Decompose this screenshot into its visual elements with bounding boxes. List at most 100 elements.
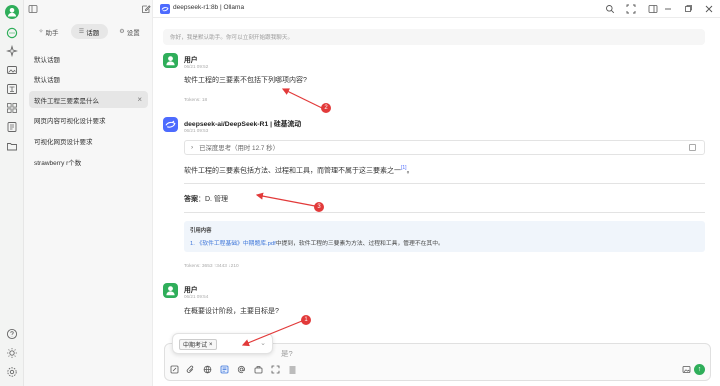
help-icon[interactable] bbox=[6, 328, 18, 340]
divider bbox=[184, 183, 705, 184]
attachment-icon[interactable] bbox=[186, 365, 195, 374]
tab-label: 设置 bbox=[126, 29, 140, 37]
thinking-label: 已深度思考（用时 12.7 秒） bbox=[199, 145, 280, 152]
mcp-tools-icon[interactable] bbox=[254, 365, 263, 374]
annotation-badge: 3 bbox=[314, 202, 324, 212]
clear-icon[interactable] bbox=[288, 365, 297, 374]
title-bar: deepseek-r1:8b | Ollama bbox=[153, 0, 720, 18]
session-item-active[interactable]: 软件工程三要素是什么 × bbox=[29, 91, 148, 108]
citation-box: 引用内容 1. 《软件工程基础》中期题库.pdf中提到，软件工程的三要素为方法、… bbox=[184, 221, 705, 252]
tab-assistant[interactable]: ✧ 助手 bbox=[30, 24, 67, 39]
session-item[interactable]: 默认话题 bbox=[29, 70, 148, 87]
deepseek-avatar bbox=[163, 117, 178, 132]
input-text: 是? bbox=[281, 349, 293, 358]
citation-text: 中提到，软件工程的三要素为方法、过程和工具，管理不在其中。 bbox=[275, 241, 444, 247]
tab-label: 助手 bbox=[45, 29, 59, 37]
message-author: 用户 bbox=[184, 57, 198, 64]
files-icon[interactable] bbox=[6, 140, 18, 152]
session-item[interactable]: 默认话题 bbox=[29, 50, 148, 67]
citation-line: 1. 《软件工程基础》中期题库.pdf中提到，软件工程的三要素为方法、过程和工具… bbox=[190, 238, 444, 247]
knowledge-base-popup: 中期考试 × ⌄ bbox=[172, 333, 273, 354]
toggle-sidebar-icon[interactable] bbox=[28, 4, 38, 14]
message-text: 软件工程的三要素包括方法、过程和工具，而管理不属于这三要素之一[1]。 bbox=[184, 165, 414, 175]
message-author: deepseek-ai/DeepSeek-R1 | 硅基流动 bbox=[184, 121, 302, 128]
list-icon: ☰ bbox=[78, 29, 85, 35]
system-prompt-text: 你好，我是默认助手。你可以立刻开始跟我聊天。 bbox=[170, 35, 294, 41]
session-label: 可视化网页设计要求 bbox=[34, 138, 93, 146]
citation-index: 1. bbox=[190, 241, 195, 247]
new-chat-icon[interactable] bbox=[141, 4, 151, 14]
chevron-right-icon: › bbox=[191, 144, 194, 151]
annotation-arrow bbox=[281, 88, 323, 109]
search-icon[interactable] bbox=[605, 4, 615, 14]
system-prompt-box[interactable]: 你好，我是默认助手。你可以立刻开始跟我聊天。 bbox=[163, 29, 705, 45]
message-text: 在概要设计阶段，主要目标是? bbox=[184, 308, 279, 315]
message-time: 06/21 09:53 bbox=[184, 128, 209, 133]
message-time: 06/21 09:52 bbox=[184, 64, 209, 69]
session-label: 默认话题 bbox=[34, 76, 60, 84]
knowledge-base-icon[interactable] bbox=[220, 365, 229, 374]
session-item[interactable]: 可视化网页设计要求 bbox=[29, 132, 148, 149]
apps-icon[interactable] bbox=[6, 102, 18, 114]
sidebar-tabs: ✧ 助手 ☰ 话题 ⚙ 设置 bbox=[30, 24, 148, 39]
tab-label: 话题 bbox=[86, 29, 100, 37]
robot-icon: ✧ bbox=[38, 29, 44, 35]
theme-icon[interactable] bbox=[6, 347, 18, 359]
answer-body: 软件工程的三要素包括方法、过程和工具，而管理不属于这三要素之一 bbox=[184, 167, 401, 175]
user-avatar[interactable] bbox=[5, 5, 19, 19]
message-author: 用户 bbox=[184, 287, 198, 294]
chip-label: 中期考试 bbox=[183, 343, 208, 349]
mention-icon[interactable] bbox=[237, 365, 246, 374]
window-layout-icon[interactable] bbox=[648, 4, 658, 14]
chevron-down-icon[interactable]: ⌄ bbox=[260, 339, 266, 347]
translate-icon[interactable] bbox=[6, 83, 18, 95]
citation-link[interactable]: 《软件工程基础》中期题库.pdf bbox=[196, 241, 275, 247]
deepseek-logo-icon bbox=[160, 4, 170, 14]
maximize-icon[interactable] bbox=[683, 4, 693, 14]
chat-icon[interactable] bbox=[6, 27, 18, 39]
answer-line: 答案：D. 管理 bbox=[184, 194, 228, 204]
session-item[interactable]: strawberry r个数 bbox=[29, 153, 148, 170]
knowledge-icon[interactable] bbox=[6, 121, 18, 133]
session-item[interactable]: 网页内容可视化设计要求 bbox=[29, 111, 148, 128]
token-count: Tokens: 18 bbox=[184, 98, 208, 103]
gear-icon: ⚙ bbox=[119, 29, 125, 35]
window-title: deepseek-r1:8b | Ollama bbox=[173, 4, 245, 11]
message-time: 06/21 09:54 bbox=[184, 294, 209, 299]
expand-icon[interactable] bbox=[271, 365, 280, 374]
minimize-icon[interactable] bbox=[663, 4, 673, 14]
tab-topics[interactable]: ☰ 话题 bbox=[70, 24, 108, 39]
session-sidebar: ✧ 助手 ☰ 话题 ⚙ 设置 默认话题 默认话题 软件工程三要素是什么 × 网页… bbox=[24, 0, 153, 386]
icon-rail bbox=[0, 0, 24, 386]
close-icon[interactable]: × bbox=[137, 95, 142, 104]
thinking-collapse[interactable]: › 已深度思考（用时 12.7 秒） bbox=[184, 140, 705, 155]
annotation-badge: 1 bbox=[301, 315, 311, 325]
copy-icon[interactable] bbox=[689, 144, 696, 151]
new-topic-icon[interactable] bbox=[170, 365, 179, 374]
answer-body-end: 。 bbox=[406, 167, 414, 175]
answer-label: 答案 bbox=[184, 196, 198, 203]
image-upload-icon[interactable] bbox=[682, 365, 691, 374]
answer-value: ：D. 管理 bbox=[198, 196, 228, 203]
image-icon[interactable] bbox=[6, 64, 18, 76]
send-button[interactable]: ↑ bbox=[694, 364, 705, 375]
divider bbox=[184, 212, 705, 213]
session-label: 网页内容可视化设计要求 bbox=[34, 117, 106, 125]
close-window-icon[interactable] bbox=[704, 4, 714, 14]
user-avatar bbox=[163, 53, 178, 68]
sparkle-icon[interactable] bbox=[6, 45, 18, 57]
chip-close-icon[interactable]: × bbox=[209, 342, 213, 348]
knowledge-chip[interactable]: 中期考试 × bbox=[179, 339, 217, 350]
web-search-icon[interactable] bbox=[203, 365, 212, 374]
tab-settings[interactable]: ⚙ 设置 bbox=[111, 24, 148, 39]
annotation-badge: 2 bbox=[321, 103, 331, 113]
session-label: 默认话题 bbox=[34, 56, 60, 64]
message-text: 软件工程的三要素不包括下列哪项内容? bbox=[184, 77, 307, 84]
screenshot-icon[interactable] bbox=[626, 4, 636, 14]
settings-icon[interactable] bbox=[6, 366, 18, 378]
annotation-arrow bbox=[255, 192, 316, 207]
token-count: Tokens: 3653 ↑3443 ↓210 bbox=[184, 264, 239, 269]
citation-title: 引用内容 bbox=[190, 228, 212, 234]
user-avatar bbox=[163, 283, 178, 298]
session-label: 软件工程三要素是什么 bbox=[34, 97, 99, 105]
